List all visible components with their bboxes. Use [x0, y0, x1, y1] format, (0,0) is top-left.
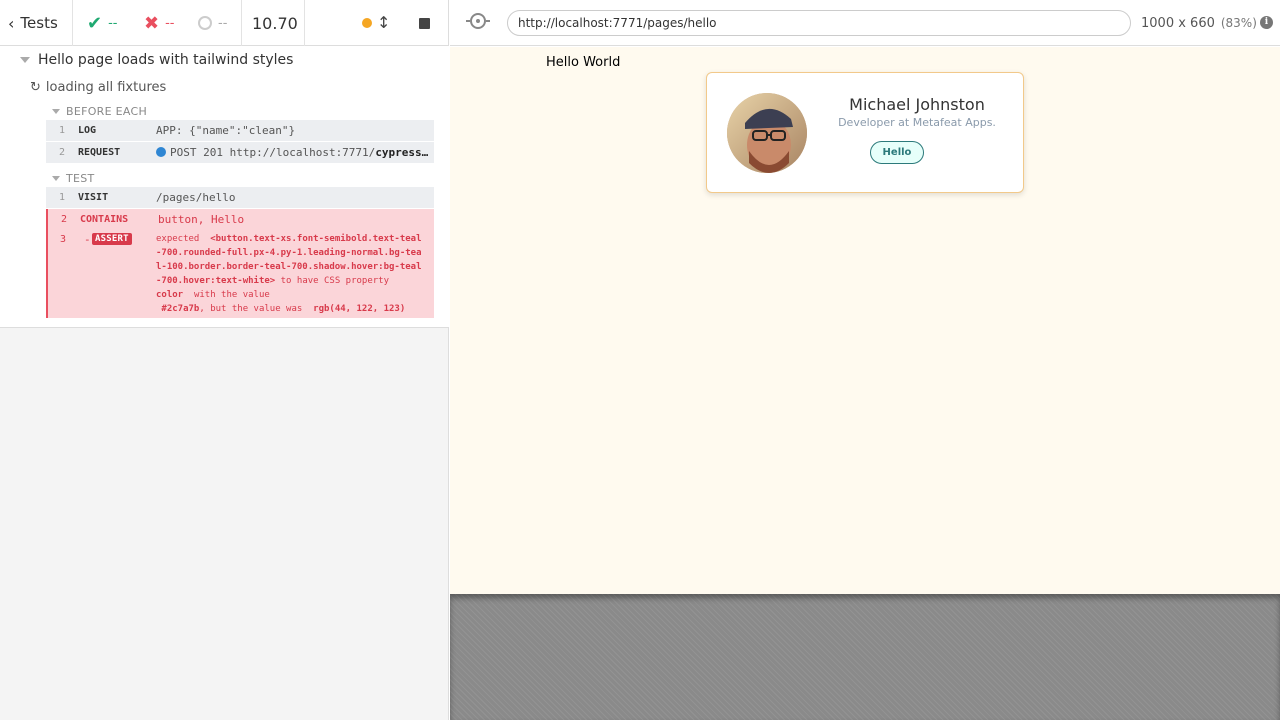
avatar-image: [727, 93, 807, 173]
assert-actual-value: rgb(44, 122, 123): [313, 304, 406, 314]
aut-header: http://localhost:7771/pages/hello 1000 x…: [450, 0, 1280, 46]
command-assert-failed[interactable]: 3 - ASSERT expected <button.text-xs.font…: [46, 229, 434, 318]
viewport-outside-area: [450, 594, 1280, 720]
resize-icon[interactable]: ↕: [377, 13, 390, 32]
pending-count: --: [198, 0, 227, 46]
caret-down-icon: [52, 176, 60, 181]
assert-but-was: , but the value was: [199, 304, 303, 314]
viewport-scale: (83%): [1220, 16, 1257, 30]
request-status-icon: [156, 147, 166, 157]
request-url-strong: cypress…: [375, 146, 429, 159]
back-to-tests-button[interactable]: ‹ Tests: [8, 0, 58, 46]
hello-button[interactable]: Hello: [870, 141, 924, 164]
card-name: Michael Johnston: [849, 95, 985, 114]
command-number: 3: [60, 234, 67, 245]
page-heading: Hello World: [546, 55, 621, 70]
assert-badge: ASSERT: [92, 233, 132, 245]
tests-label: Tests: [20, 14, 58, 32]
avatar: [727, 93, 807, 173]
divider: [72, 0, 73, 46]
assert-expected-value: #2c7a7b: [161, 304, 200, 314]
assert-message: expected <button.text-xs.font-semibold.t…: [156, 232, 426, 316]
command-number: 1: [58, 125, 66, 136]
command-contains[interactable]: 2 CONTAINS button, Hello: [46, 209, 434, 230]
runnable-suite: Hello page loads with tailwind styles ↻ …: [0, 46, 449, 328]
command-message: POST 201 http://localhost:7771/cypress…: [156, 146, 434, 159]
request-url: POST 201 http://localhost:7771/: [170, 146, 376, 159]
command-name: LOG: [78, 125, 97, 136]
suite-title-text: Hello page loads with tailwind styles: [38, 52, 294, 68]
url-bar[interactable]: http://localhost:7771/pages/hello: [507, 10, 1131, 36]
hook-before-each[interactable]: BEFORE EACH: [52, 105, 147, 118]
command-number: 1: [58, 192, 66, 203]
command-name: REQUEST: [78, 147, 121, 158]
caret-down-icon: [52, 109, 60, 114]
command-log[interactable]: 1 LOG APP: {"name":"clean"}: [46, 120, 434, 141]
app-under-test-panel: http://localhost:7771/pages/hello 1000 x…: [450, 0, 1280, 720]
assert-with-value: with the value: [193, 290, 270, 300]
failed-count: ✖ --: [144, 0, 174, 46]
command-log-reporter: ‹ Tests ✔ -- ✖ -- -- 10.70 ↕ Hello page …: [0, 0, 449, 720]
running-dot-icon: [362, 18, 372, 28]
info-icon[interactable]: i: [1260, 16, 1273, 29]
command-visit[interactable]: 1 VISIT /pages/hello: [46, 187, 434, 208]
chevron-left-icon: ‹: [8, 13, 15, 33]
command-message: /pages/hello: [156, 191, 236, 204]
viewport-dimensions: 1000 x 660: [1141, 15, 1215, 31]
stop-icon[interactable]: [419, 18, 430, 29]
assert-dash: -: [84, 233, 91, 246]
reporter-header: ‹ Tests ✔ -- ✖ -- -- 10.70 ↕: [0, 0, 448, 46]
card-role: Developer at Metafeat Apps.: [838, 116, 996, 129]
selector-playground-icon[interactable]: [466, 13, 490, 29]
command-message: button, Hello: [158, 213, 245, 226]
pending-ring-icon: [198, 16, 212, 30]
suite-title[interactable]: Hello page loads with tailwind styles: [20, 52, 293, 68]
test-title[interactable]: ↻ loading all fixtures: [30, 80, 166, 95]
x-icon: ✖: [144, 12, 160, 34]
hook-test[interactable]: TEST: [52, 172, 95, 185]
passed-count: ✔ --: [87, 0, 117, 46]
passed-value: --: [108, 15, 118, 31]
command-number: 2: [60, 214, 68, 225]
app-iframe: Hello World Michael Johnston Developer a…: [450, 47, 1280, 594]
caret-down-icon: [20, 57, 30, 63]
check-icon: ✔: [87, 12, 103, 34]
command-name: CONTAINS: [80, 214, 129, 225]
pending-value: --: [218, 15, 228, 31]
viewport-size: 1000 x 660 (83%): [1141, 0, 1257, 46]
divider: [304, 0, 305, 46]
assert-property: color: [156, 290, 184, 300]
test-title-text: loading all fixtures: [45, 80, 167, 95]
command-name: VISIT: [78, 192, 109, 203]
command-request[interactable]: 2 REQUEST POST 201 http://localhost:7771…: [46, 142, 434, 163]
failed-value: --: [165, 15, 175, 31]
spinner-icon: ↻: [30, 80, 41, 95]
duration: 10.70: [252, 13, 298, 33]
command-message: APP: {"name":"clean"}: [156, 124, 296, 137]
url-text: http://localhost:7771/pages/hello: [518, 16, 717, 30]
command-number: 2: [58, 147, 66, 158]
assert-expected-word: expected: [156, 234, 200, 244]
hook-title-text: BEFORE EACH: [66, 105, 148, 118]
divider: [241, 0, 242, 46]
assert-to-have: to have CSS property: [280, 276, 390, 286]
hook-title-text: TEST: [66, 172, 95, 185]
profile-card: Michael Johnston Developer at Metafeat A…: [706, 72, 1024, 193]
